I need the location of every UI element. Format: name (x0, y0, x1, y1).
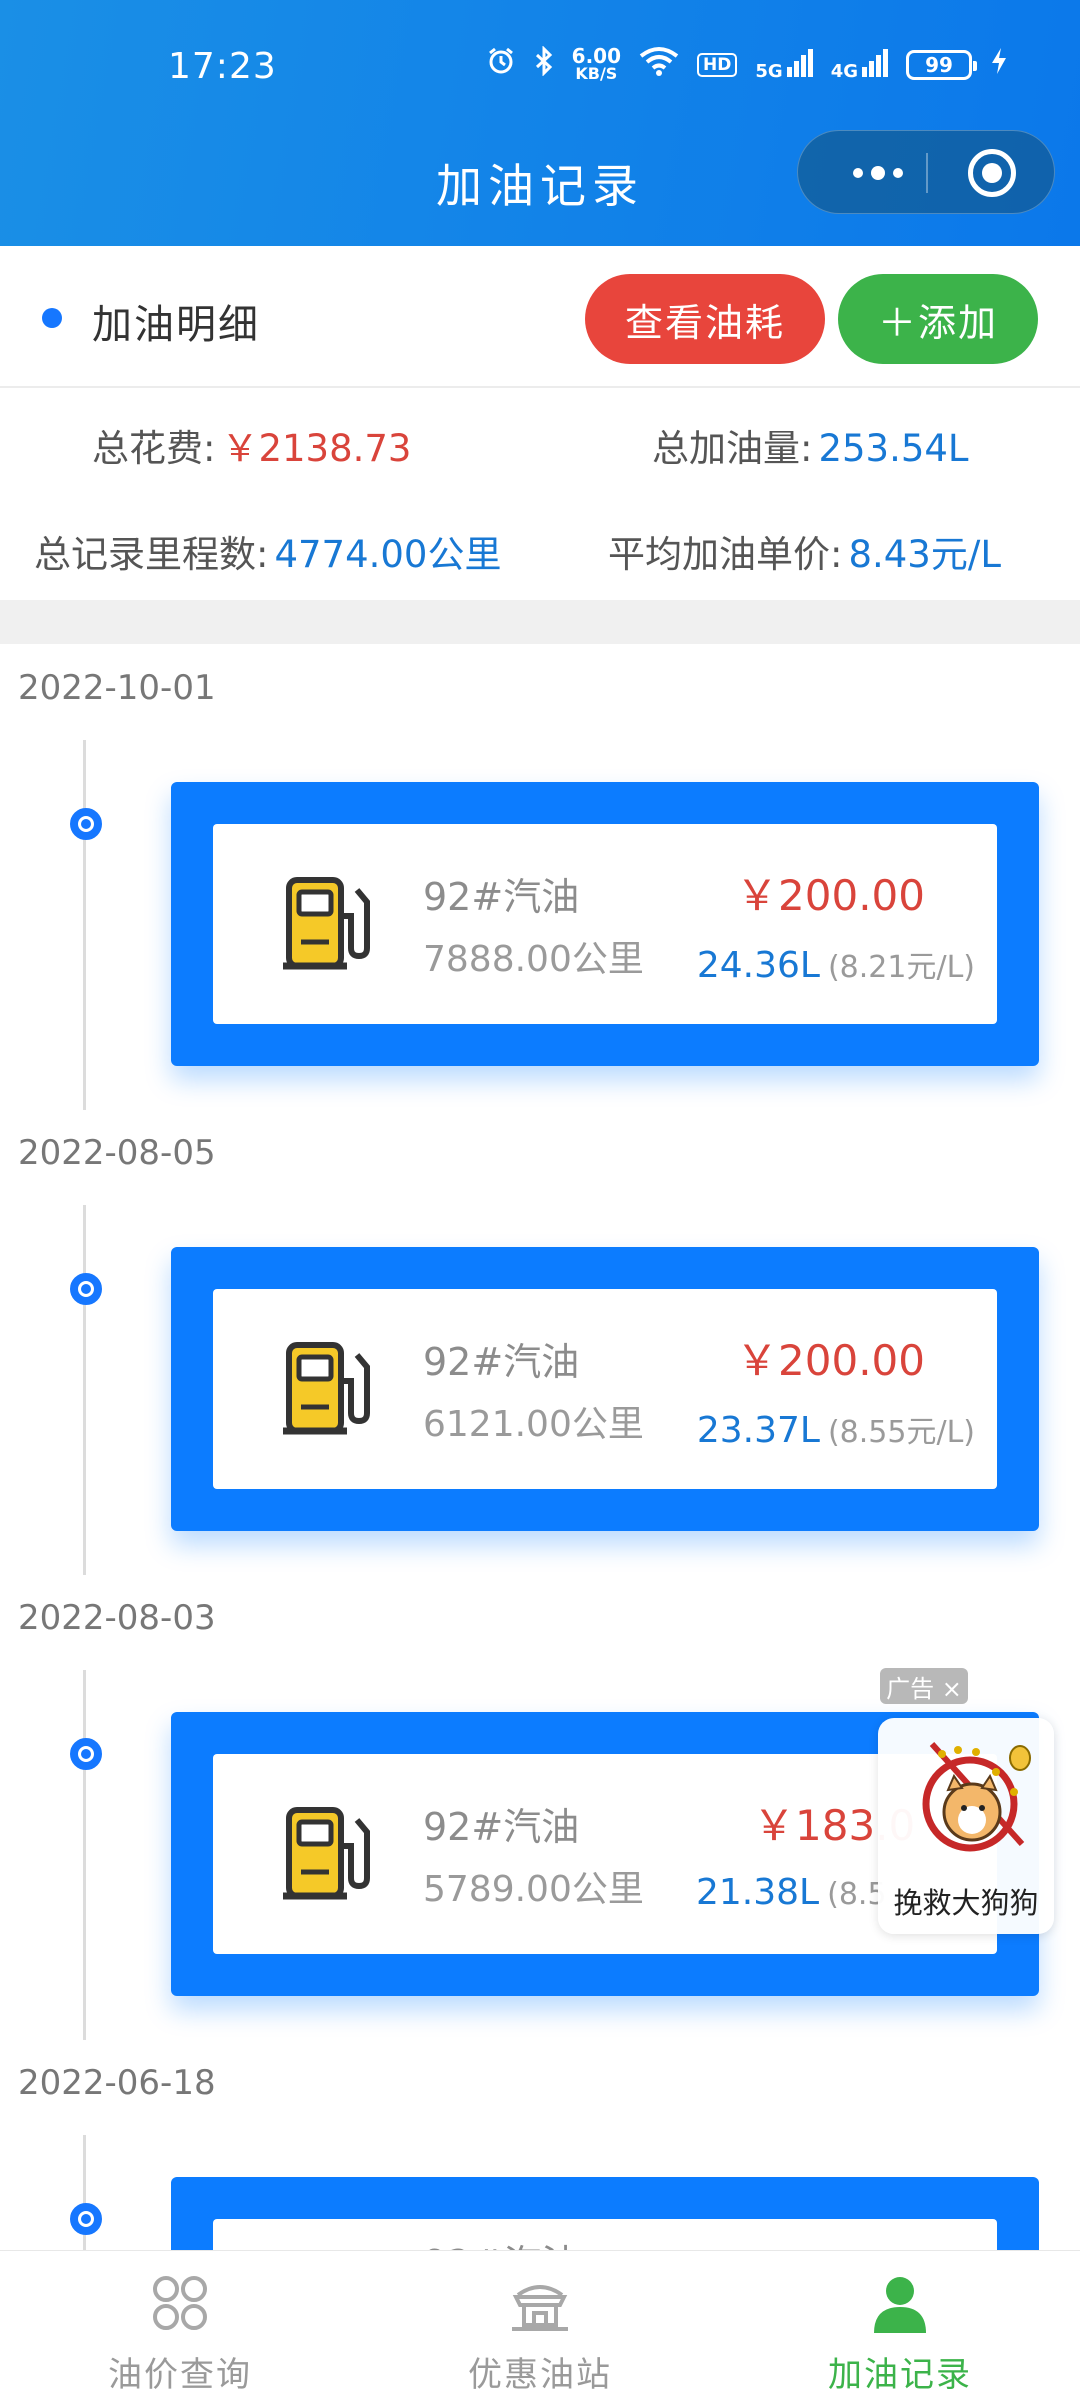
user-icon (874, 2277, 926, 2333)
bullet-dot (42, 308, 62, 328)
hd-icon: HD (697, 53, 738, 77)
more-dot-icon (893, 168, 903, 178)
total-mileage: 总记录里程数: 4774.00公里 (34, 533, 502, 576)
add-record-button[interactable]: ＋添加 (838, 274, 1038, 364)
ad-text: 挽救大狗狗 (893, 1886, 1039, 1920)
charging-icon (990, 46, 1008, 84)
total-fuel: 总加油量: 253.54L (652, 427, 969, 470)
detail-title: 加油明细 (92, 302, 260, 348)
timeline-line (83, 1205, 86, 1575)
timeline-line (83, 740, 86, 1110)
record-card-body: 92#汽油 6121.00公里 ￥200.00 23.37L (8.55元/L) (213, 1289, 997, 1489)
mini-program-capsule (797, 130, 1055, 214)
alarm-icon (486, 46, 516, 84)
average-price: 平均加油单价: 8.43元/L (608, 533, 1001, 576)
battery-icon: 99 (906, 50, 977, 80)
top-header: 17:23 6.00 KB/S HD 5G 4G 99 加油记录 (0, 0, 1080, 246)
bottom-nav: 油价查询 优惠油站 加油记录 (0, 2250, 1080, 2400)
record-card[interactable]: 92#汽油 (171, 2177, 1039, 2250)
summary-stats: 总花费: ￥2138.73 总加油量: 253.54L 总记录里程数: 4774.00… (0, 390, 1080, 600)
timeline-dot (70, 1738, 102, 1770)
status-icons: 6.00 KB/S HD 5G 4G 99 (486, 44, 1008, 84)
amount: ￥200.00 (736, 871, 925, 920)
mileage: 6121.00公里 (423, 1404, 644, 1445)
ad-close-button[interactable]: 广告 × (880, 1668, 968, 1704)
record-date: 2022-10-01 (18, 668, 216, 708)
fuel-type: 92#汽油 (423, 1340, 580, 1384)
record-date: 2022-06-18 (18, 2063, 216, 2103)
amount: ￥200.00 (736, 1336, 925, 1385)
record-date: 2022-08-05 (18, 1133, 216, 1173)
wifi-icon (639, 46, 679, 84)
liters: 24.36L (8.21元/L) (696, 945, 975, 986)
signal-5g-icon: 5G (755, 48, 813, 82)
timeline-dot (70, 1273, 102, 1305)
view-consumption-button[interactable]: 查看油耗 (585, 274, 825, 364)
mileage: 7888.00公里 (423, 939, 644, 980)
network-speed: 6.00 KB/S (571, 44, 622, 83)
more-dot-icon (871, 166, 885, 180)
total-cost: 总花费: ￥2138.73 (92, 427, 412, 470)
fuel-pump-icon (283, 1342, 370, 1435)
mileage: 5789.00公里 (423, 1869, 644, 1910)
detail-bar: 加油明细 查看油耗 ＋添加 (0, 246, 1080, 388)
more-options-button[interactable] (838, 131, 918, 215)
fuel-type: 92#汽油 (423, 1805, 580, 1849)
nav-tab-fuel-records[interactable]: 加油记录 (720, 2251, 1080, 2400)
timeline-dot (70, 808, 102, 840)
close-target-icon[interactable] (968, 149, 1016, 197)
record-card-body: 92#汽油 (213, 2219, 997, 2250)
bluetooth-icon (534, 45, 554, 84)
nav-label: 优惠油站 (468, 2355, 612, 2395)
record-card-body: 92#汽油 7888.00公里 ￥200.00 24.36L (8.21元/L) (213, 824, 997, 1024)
station-icon (512, 2285, 568, 2331)
nav-label: 油价查询 (108, 2355, 252, 2395)
fuel-pump-icon (283, 1807, 370, 1900)
section-divider (0, 600, 1080, 644)
nav-tab-discount-station[interactable]: 优惠油站 (360, 2251, 720, 2400)
record-date: 2022-08-03 (18, 1598, 216, 1638)
fuel-pump-icon (283, 877, 370, 970)
more-dot-icon (853, 168, 863, 178)
fuel-type: 92#汽油 (423, 875, 580, 919)
liters: 21.38L (8.5 (696, 1872, 887, 1913)
status-time: 17:23 (168, 46, 277, 87)
unit-price: (8.55元/L) (827, 1415, 975, 1450)
grid-icon (153, 2276, 207, 2330)
timeline-line (83, 1670, 86, 2040)
record-card[interactable]: 92#汽油 6121.00公里 ￥200.00 23.37L (8.55元/L) (171, 1247, 1039, 1531)
nav-tab-price-query[interactable]: 油价查询 (0, 2251, 360, 2400)
capsule-divider (926, 153, 928, 193)
nav-label: 加油记录 (828, 2355, 972, 2395)
unit-price: (8.21元/L) (827, 950, 975, 985)
liters: 23.37L (8.55元/L) (696, 1410, 975, 1451)
ad-float[interactable]: 挽救大狗狗 (878, 1718, 1054, 1934)
ad-dog-image-icon (922, 1741, 1031, 1852)
timeline-dot (70, 2203, 102, 2235)
signal-4g-icon: 4G (831, 48, 888, 82)
fuel-type: 92#汽油 (423, 2233, 579, 2250)
status-bar: 17:23 6.00 KB/S HD 5G 4G 99 (0, 40, 1080, 100)
record-card[interactable]: 92#汽油 7888.00公里 ￥200.00 24.36L (8.21元/L) (171, 782, 1039, 1066)
